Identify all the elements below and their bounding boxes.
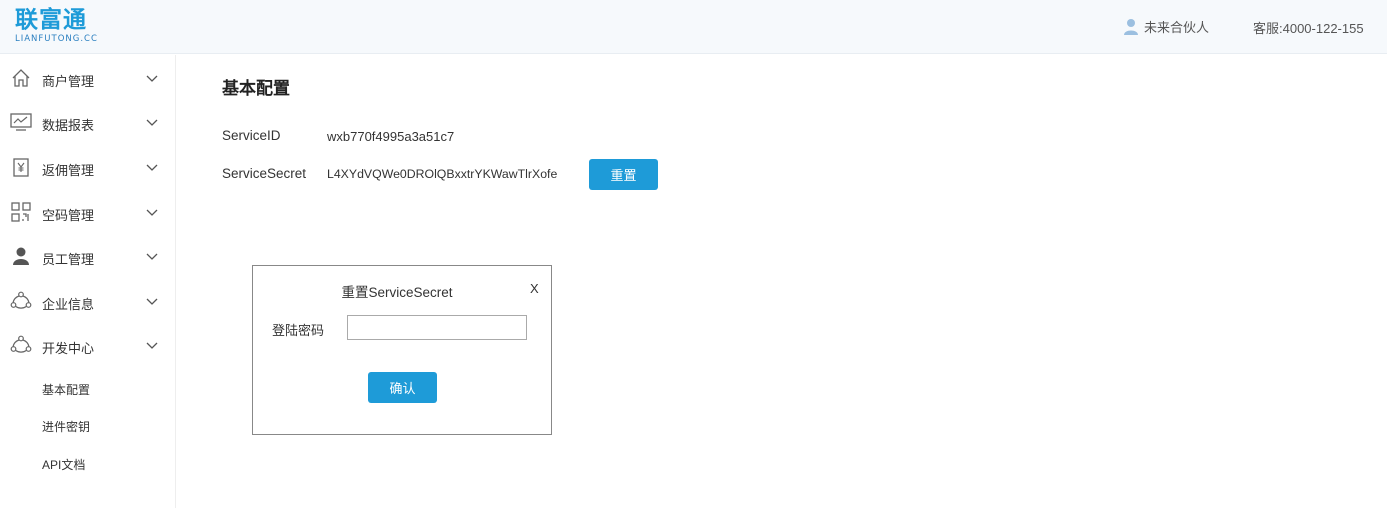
chevron-down-icon [146, 164, 158, 171]
person-icon [10, 245, 32, 267]
sidebar-item-reports[interactable]: 数据报表 [0, 102, 176, 142]
close-button[interactable]: X [530, 281, 539, 296]
chevron-down-icon [146, 298, 158, 305]
service-id-label: ServiceID [222, 128, 281, 143]
sidebar-subitem-api-docs[interactable]: API文档 [42, 456, 85, 473]
password-label: 登陆密码 [272, 323, 325, 338]
sidebar-item-company[interactable]: 企业信息 [0, 281, 176, 321]
sidebar-item-developer[interactable]: 开发中心 [0, 325, 176, 365]
sidebar-item-label: 员工管理 [42, 252, 95, 267]
user-menu[interactable]: 未来合伙人 [1123, 17, 1209, 36]
sidebar-subitem-onboarding-key[interactable]: 进件密钥 [42, 418, 90, 435]
top-header: 联富通 LIANFUTONG.CC 未来合伙人 客服:4000-122-155 [0, 0, 1387, 54]
logo[interactable]: 联富通 LIANFUTONG.CC [15, 6, 115, 48]
service-secret-label: ServiceSecret [222, 166, 307, 181]
user-name: 未来合伙人 [1144, 20, 1210, 35]
yen-document-icon [10, 156, 32, 178]
qr-code-icon [10, 201, 32, 223]
sidebar-item-label: 开发中心 [42, 341, 95, 356]
chevron-down-icon [146, 119, 158, 126]
reset-button[interactable]: 重置 [589, 159, 658, 190]
network-icon [10, 290, 32, 312]
dialog-title: 重置ServiceSecret [341, 285, 453, 300]
chevron-down-icon [146, 209, 158, 216]
chevron-down-icon [146, 342, 158, 349]
sidebar-item-label: 数据报表 [42, 118, 95, 133]
sidebar: 商户管理 数据报表 返佣管理 空码管理 员工管理 企业信息 开发中心 基本配置 … [0, 55, 176, 508]
home-icon [10, 67, 32, 89]
chevron-down-icon [146, 253, 158, 260]
sidebar-item-label: 商户管理 [42, 74, 95, 89]
sidebar-subitem-basic-config[interactable]: 基本配置 [42, 381, 90, 398]
reset-secret-dialog: 重置ServiceSecret X 登陆密码 确认 [252, 265, 552, 435]
network-icon [10, 334, 32, 356]
sidebar-item-label: 企业信息 [42, 297, 95, 312]
service-secret-value: L4XYdVQWe0DROlQBxxtrYKWawTlrXofe [327, 167, 558, 181]
user-icon [1124, 19, 1138, 35]
sidebar-item-merchant[interactable]: 商户管理 [0, 58, 176, 98]
logo-subtext: LIANFUTONG.CC [15, 34, 98, 44]
confirm-button[interactable]: 确认 [368, 372, 437, 403]
sidebar-item-qrcode[interactable]: 空码管理 [0, 192, 176, 232]
chevron-down-icon [146, 75, 158, 82]
page-title: 基本配置 [222, 79, 290, 98]
chart-monitor-icon [10, 111, 32, 133]
logo-text: 联富通 [15, 7, 87, 33]
password-input[interactable] [347, 315, 527, 340]
sidebar-item-label: 空码管理 [42, 208, 95, 223]
service-phone: 客服:4000-122-155 [1253, 21, 1364, 36]
sidebar-item-commission[interactable]: 返佣管理 [0, 147, 176, 187]
sidebar-item-staff[interactable]: 员工管理 [0, 236, 176, 276]
service-id-value: wxb770f4995a3a51c7 [327, 129, 455, 144]
sidebar-item-label: 返佣管理 [42, 163, 95, 178]
